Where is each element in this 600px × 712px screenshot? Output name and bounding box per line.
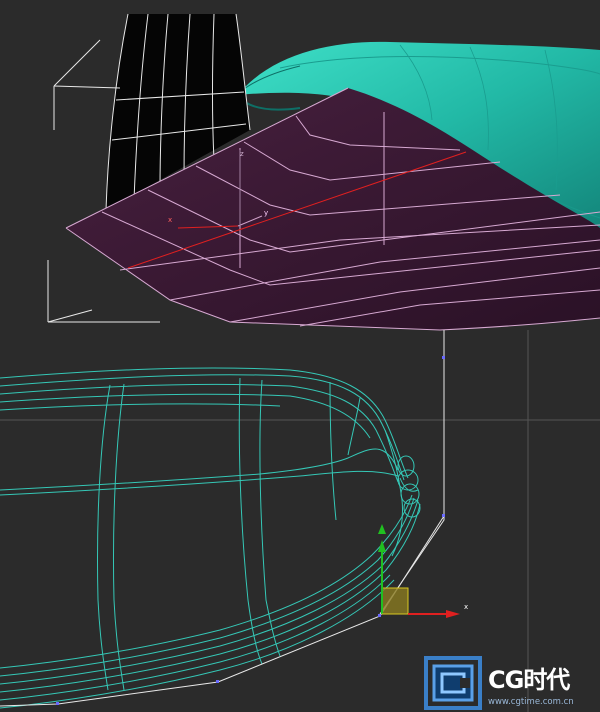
gizmo-z-label: z xyxy=(240,150,244,158)
cgtime-logo-icon xyxy=(424,656,482,710)
cgtime-watermark: CG时代 www.cgtime.com.cn xyxy=(424,654,600,712)
spline-vertex[interactable] xyxy=(442,356,445,359)
watermark-url-text: www.cgtime.com.cn xyxy=(488,697,574,707)
spline-vertex[interactable] xyxy=(216,680,219,683)
gizmo-x-label: x xyxy=(168,216,172,224)
gizmo-xy-plane-handle[interactable] xyxy=(381,587,409,615)
spline-vertex[interactable] xyxy=(56,702,59,705)
gizmo-x-label-bottom: x xyxy=(464,603,468,611)
3d-viewport[interactable]: x y z x xyxy=(0,0,600,712)
spline-vertex[interactable] xyxy=(442,514,445,517)
spline-vertex[interactable] xyxy=(378,614,381,617)
watermark-brand-text: CG时代 xyxy=(488,666,570,694)
gizmo-y-label: y xyxy=(264,209,268,217)
